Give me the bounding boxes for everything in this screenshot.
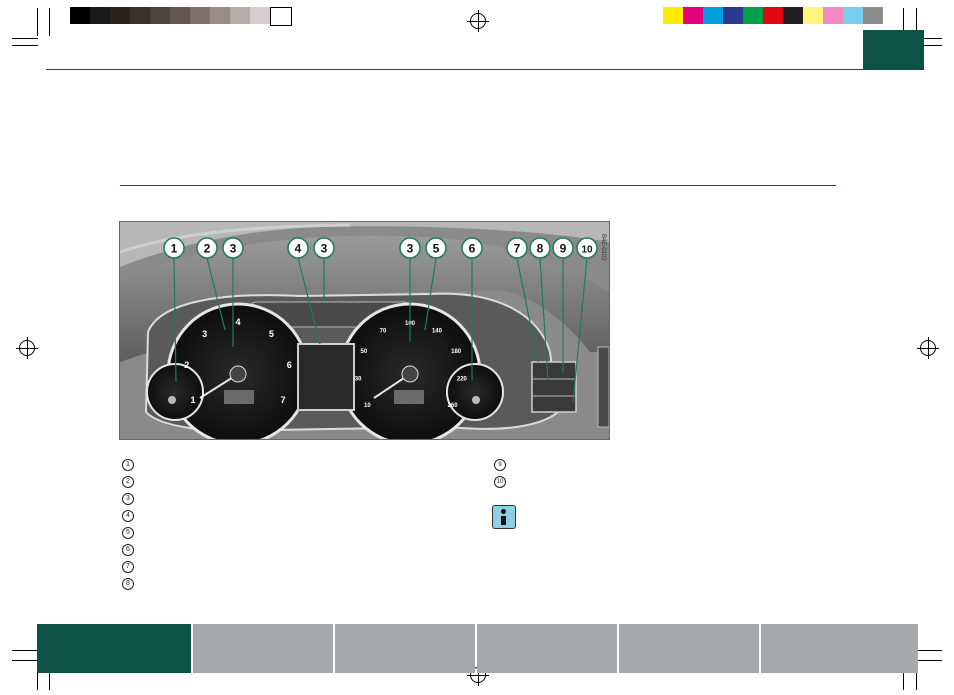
nav-tab[interactable] [193, 624, 333, 673]
callout-leader-line [297, 257, 321, 345]
callout-number: 1 [171, 242, 178, 256]
legend-number: 3 [122, 493, 134, 505]
color-swatch [150, 7, 170, 24]
color-swatch [663, 7, 683, 24]
crop-mark [49, 8, 50, 36]
nav-tab[interactable] [619, 624, 759, 673]
legend-number: 9 [494, 459, 506, 471]
callout-layer: 1 2 3 4 3 3 5 6 7 8 9 10 [163, 237, 598, 403]
color-swatch [863, 7, 883, 24]
legend-number: 8 [122, 578, 134, 590]
nav-tab[interactable] [477, 624, 617, 673]
color-swatch [70, 7, 90, 24]
callout-leader-line [424, 257, 437, 331]
color-swatch [210, 7, 230, 24]
header-rule [46, 69, 864, 70]
callout-number: 3 [407, 242, 414, 256]
registration-mark-icon [467, 10, 489, 32]
color-swatch [683, 7, 703, 24]
color-swatch [130, 7, 150, 24]
callout-number: 7 [514, 242, 521, 256]
color-swatch [803, 7, 823, 24]
crop-mark [916, 660, 942, 661]
callout-number: 5 [433, 242, 440, 256]
color-swatch [170, 7, 190, 24]
registration-mark-icon [917, 337, 939, 359]
legend-number: 2 [122, 476, 134, 488]
color-swatch [250, 7, 270, 24]
color-swatch [703, 7, 723, 24]
callout-leader-line [516, 257, 539, 363]
registration-mark-icon [16, 337, 38, 359]
legend-number: 10 [494, 476, 506, 488]
color-swatch [90, 7, 110, 24]
legend-number: 7 [122, 561, 134, 573]
instrument-cluster-figure: B4E-0102 1234567 10305070100140180220260… [119, 221, 610, 440]
nav-tab[interactable] [335, 624, 475, 673]
color-swatch [270, 7, 292, 26]
legend-number: 4 [122, 510, 134, 522]
callout-number: 6 [469, 242, 476, 256]
section-rule [120, 185, 836, 186]
crop-mark [37, 8, 38, 36]
color-swatch [190, 7, 210, 24]
callout-leader-line [173, 257, 177, 383]
callout-number: 3 [321, 242, 328, 256]
chapter-marker [863, 30, 924, 70]
color-swatch [783, 7, 803, 24]
legend-number: 5 [122, 527, 134, 539]
crop-mark [12, 650, 38, 651]
callout-number: 9 [560, 242, 567, 256]
color-swatch [110, 7, 130, 24]
callout-number: 10 [581, 245, 593, 256]
crop-mark [12, 38, 38, 39]
nav-tab[interactable] [761, 624, 918, 673]
callout-leader-line [539, 257, 549, 381]
legend-number: 1 [122, 459, 134, 471]
legend-number: 6 [122, 544, 134, 556]
crop-mark [12, 45, 38, 46]
crop-mark [12, 660, 38, 661]
color-swatch [723, 7, 743, 24]
callout-number: 4 [295, 242, 302, 256]
crop-mark [916, 650, 942, 651]
nav-tab-active[interactable] [37, 624, 191, 673]
color-swatch [763, 7, 783, 24]
color-swatch [743, 7, 763, 24]
info-icon [492, 505, 516, 529]
color-swatch [823, 7, 843, 24]
callout-leader-line [572, 257, 588, 403]
color-swatch [843, 7, 863, 24]
callout-number: 2 [204, 242, 211, 256]
callout-number: 3 [230, 242, 237, 256]
color-swatch [230, 7, 250, 24]
callout-number: 8 [537, 242, 544, 256]
callout-leader-line [206, 257, 226, 331]
